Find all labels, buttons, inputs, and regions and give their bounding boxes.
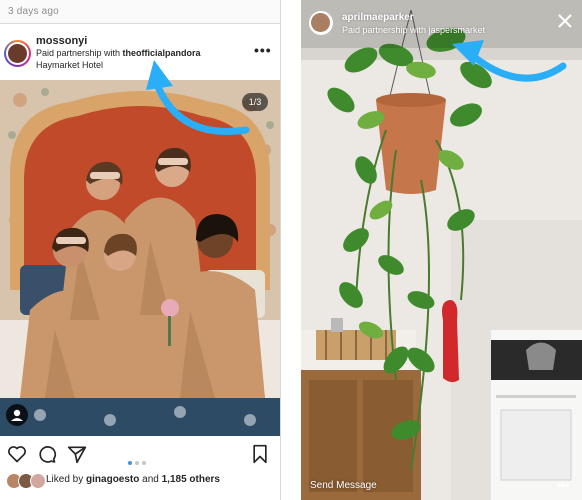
- carousel-dot: [142, 461, 146, 465]
- post-photo[interactable]: [0, 80, 280, 436]
- story-panel[interactable]: aprilmaeparker Paid partnership with jas…: [301, 0, 582, 500]
- post-header: mossonyi Paid partnership with theoffici…: [0, 28, 280, 76]
- post-username[interactable]: mossonyi: [36, 35, 87, 47]
- story-more-options-button[interactable]: •••: [557, 478, 570, 492]
- partnership-prefix: Paid partnership with: [36, 48, 123, 58]
- story-paid-partnership-label: Paid partnership with jaspersmarket: [342, 25, 485, 35]
- story-partner-link[interactable]: jaspersmarket: [429, 25, 486, 35]
- carousel-dot-active: [128, 461, 132, 465]
- story-avatar[interactable]: [309, 11, 333, 35]
- send-message-input[interactable]: Send Message: [310, 480, 377, 491]
- paid-partnership-label: Paid partnership with theofficialpandora: [36, 48, 201, 58]
- story-image: [301, 0, 582, 500]
- story-partnership-prefix: Paid partnership with: [342, 25, 429, 35]
- post-timestamp: 3 days ago: [8, 6, 59, 17]
- close-icon[interactable]: [558, 14, 572, 33]
- comment-icon[interactable]: [37, 444, 57, 469]
- top-strip: 3 days ago: [0, 0, 280, 24]
- story-username[interactable]: aprilmaeparker: [342, 12, 414, 23]
- liked-by-others[interactable]: 1,185 others: [162, 474, 220, 485]
- post-location[interactable]: Haymarket Hotel: [36, 60, 103, 70]
- liked-by-text: Liked by ginagoesto and 1,185 others: [46, 474, 220, 485]
- tagged-users-icon[interactable]: [6, 404, 28, 426]
- carousel-counter: 1/3: [242, 93, 268, 111]
- more-options-button[interactable]: •••: [254, 42, 272, 58]
- carousel-dots: [128, 452, 149, 470]
- carousel-dot: [135, 461, 139, 465]
- likes-row: Liked by ginagoesto and 1,185 others: [0, 470, 280, 492]
- liked-by-user[interactable]: ginagoesto: [86, 474, 139, 485]
- partner-link[interactable]: theofficialpandora: [123, 48, 201, 58]
- post-photo-image: [0, 80, 280, 436]
- liker-avatar[interactable]: [30, 473, 46, 489]
- avatar[interactable]: [4, 40, 31, 67]
- feed-post-panel: 3 days ago mossonyi Paid partnership wit…: [0, 0, 281, 500]
- share-icon[interactable]: [67, 444, 87, 469]
- bookmark-icon[interactable]: [251, 444, 269, 469]
- heart-icon[interactable]: [7, 444, 27, 469]
